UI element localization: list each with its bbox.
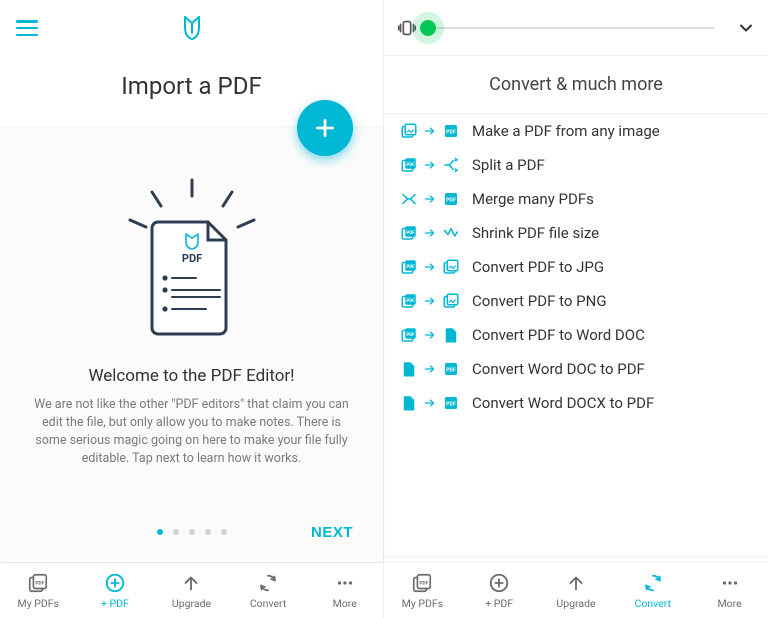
nav-convert[interactable]: Convert — [614, 563, 691, 618]
welcome-title: Welcome to the PDF Editor! — [88, 366, 294, 386]
conv-label: Convert PDF to JPG — [472, 258, 604, 276]
conv-label: Convert PDF to Word DOC — [472, 326, 645, 344]
svg-text:PDF: PDF — [406, 162, 415, 168]
nav-upgrade[interactable]: Upgrade — [153, 563, 230, 618]
conversion-list: PDF Make a PDF from any image PDF Split … — [384, 114, 768, 558]
conv-icons: PDF — [400, 258, 462, 276]
nav-my-pdfs[interactable]: PDF My PDFs — [0, 563, 77, 618]
conv-icons: PDF — [400, 156, 462, 174]
more-icon — [334, 572, 356, 594]
arrow-up-icon — [565, 572, 587, 594]
conv-icons: PDF — [400, 292, 462, 310]
pager-dot[interactable] — [205, 529, 211, 535]
svg-text:PDF: PDF — [446, 129, 456, 135]
nav-label: My PDFs — [402, 597, 443, 610]
svg-text:PDF: PDF — [446, 401, 456, 407]
conv-icons: PDF — [400, 394, 462, 412]
nav-add-pdf[interactable]: + PDF — [461, 563, 538, 618]
convert-item-docx-to-pdf[interactable]: PDF Convert Word DOCX to PDF — [384, 386, 768, 420]
convert-item-shrink-pdf[interactable]: PDF Shrink PDF file size — [384, 216, 768, 250]
svg-text:PDF: PDF — [36, 580, 45, 586]
conv-label: Convert Word DOCX to PDF — [472, 394, 654, 412]
volume-slider[interactable] — [428, 0, 726, 55]
onboarding-card: PDF Welcome to the PDF Editor! We are no… — [0, 128, 383, 562]
bottom-nav-left: PDF My PDFs + PDF Upgrade Convert — [0, 562, 383, 618]
svg-text:PDF: PDF — [420, 580, 429, 586]
right-header — [384, 0, 768, 56]
nav-my-pdfs[interactable]: PDF My PDFs — [384, 563, 461, 618]
svg-text:PDF: PDF — [181, 252, 201, 265]
nav-label: + PDF — [485, 597, 513, 610]
pager-dot[interactable] — [189, 529, 195, 535]
svg-text:PDF: PDF — [406, 264, 415, 270]
nav-label: My PDFs — [18, 597, 59, 610]
pdf-stack-icon: PDF — [411, 572, 433, 594]
next-button[interactable]: NEXT — [311, 524, 353, 541]
convert-icon — [642, 572, 664, 594]
conv-label: Merge many PDFs — [472, 190, 594, 208]
plus-circle-icon — [488, 572, 510, 594]
nav-label: + PDF — [101, 597, 129, 610]
nav-label: More — [717, 597, 741, 610]
pager-dot[interactable] — [221, 529, 227, 535]
nav-more[interactable]: More — [306, 563, 383, 618]
right-pane: Convert & much more PDF Make a PDF from … — [384, 0, 768, 618]
welcome-description: We are not like the other "PDF editors" … — [27, 396, 357, 469]
conv-icons: PDF — [400, 326, 462, 344]
convert-item-pdf-to-png[interactable]: PDF Convert PDF to PNG — [384, 284, 768, 318]
conv-icons: PDF — [400, 224, 462, 242]
convert-item-pdf-to-doc[interactable]: PDF Convert PDF to Word DOC — [384, 318, 768, 352]
conv-label: Convert PDF to PNG — [472, 292, 607, 310]
pager-dots — [157, 529, 227, 535]
conv-icons: PDF — [400, 360, 462, 378]
pdf-stack-icon: PDF — [27, 572, 49, 594]
conv-label: Split a PDF — [472, 156, 545, 174]
pager-dot[interactable] — [173, 529, 179, 535]
conv-icons: PDF — [400, 122, 462, 140]
svg-text:PDF: PDF — [406, 298, 415, 304]
convert-item-pdf-to-jpg[interactable]: PDF Convert PDF to JPG — [384, 250, 768, 284]
conv-icons: PDF — [400, 190, 462, 208]
pager-dot[interactable] — [157, 529, 163, 535]
convert-item-image-to-pdf[interactable]: PDF Make a PDF from any image — [384, 114, 768, 148]
app-logo-icon — [181, 15, 203, 41]
pager-row: NEXT — [20, 514, 363, 550]
conv-label: Shrink PDF file size — [472, 224, 599, 242]
nav-label: Convert — [635, 597, 671, 610]
nav-more[interactable]: More — [691, 563, 768, 618]
conv-label: Make a PDF from any image — [472, 122, 660, 140]
pdf-illustration-icon: PDF — [112, 178, 272, 348]
convert-icon — [257, 572, 279, 594]
svg-text:PDF: PDF — [406, 230, 415, 236]
nav-label: Upgrade — [172, 597, 211, 610]
bottom-nav-right: PDF My PDFs + PDF Upgrade Convert — [384, 562, 768, 618]
nav-label: Convert — [250, 597, 286, 610]
add-button[interactable] — [297, 100, 353, 156]
nav-convert[interactable]: Convert — [230, 563, 307, 618]
convert-item-merge-pdfs[interactable]: PDF Merge many PDFs — [384, 182, 768, 216]
convert-item-doc-to-pdf[interactable]: PDF Convert Word DOC to PDF — [384, 352, 768, 386]
arrow-up-icon — [180, 572, 202, 594]
nav-label: Upgrade — [556, 597, 595, 610]
left-header — [0, 0, 383, 56]
vibrate-icon — [396, 17, 418, 39]
svg-text:PDF: PDF — [446, 367, 456, 373]
section-title: Convert & much more — [384, 56, 768, 114]
convert-item-split-pdf[interactable]: PDF Split a PDF — [384, 148, 768, 182]
nav-upgrade[interactable]: Upgrade — [538, 563, 615, 618]
nav-label: More — [333, 597, 357, 610]
page-title: Import a PDF — [0, 72, 383, 100]
svg-text:PDF: PDF — [446, 197, 456, 203]
svg-text:PDF: PDF — [406, 332, 415, 338]
plus-circle-icon — [104, 572, 126, 594]
conv-label: Convert Word DOC to PDF — [472, 360, 645, 378]
more-icon — [719, 572, 741, 594]
chevron-down-icon[interactable] — [736, 18, 756, 38]
menu-button[interactable] — [16, 20, 38, 36]
nav-add-pdf[interactable]: + PDF — [77, 563, 154, 618]
left-pane: Import a PDF PDF — [0, 0, 384, 618]
